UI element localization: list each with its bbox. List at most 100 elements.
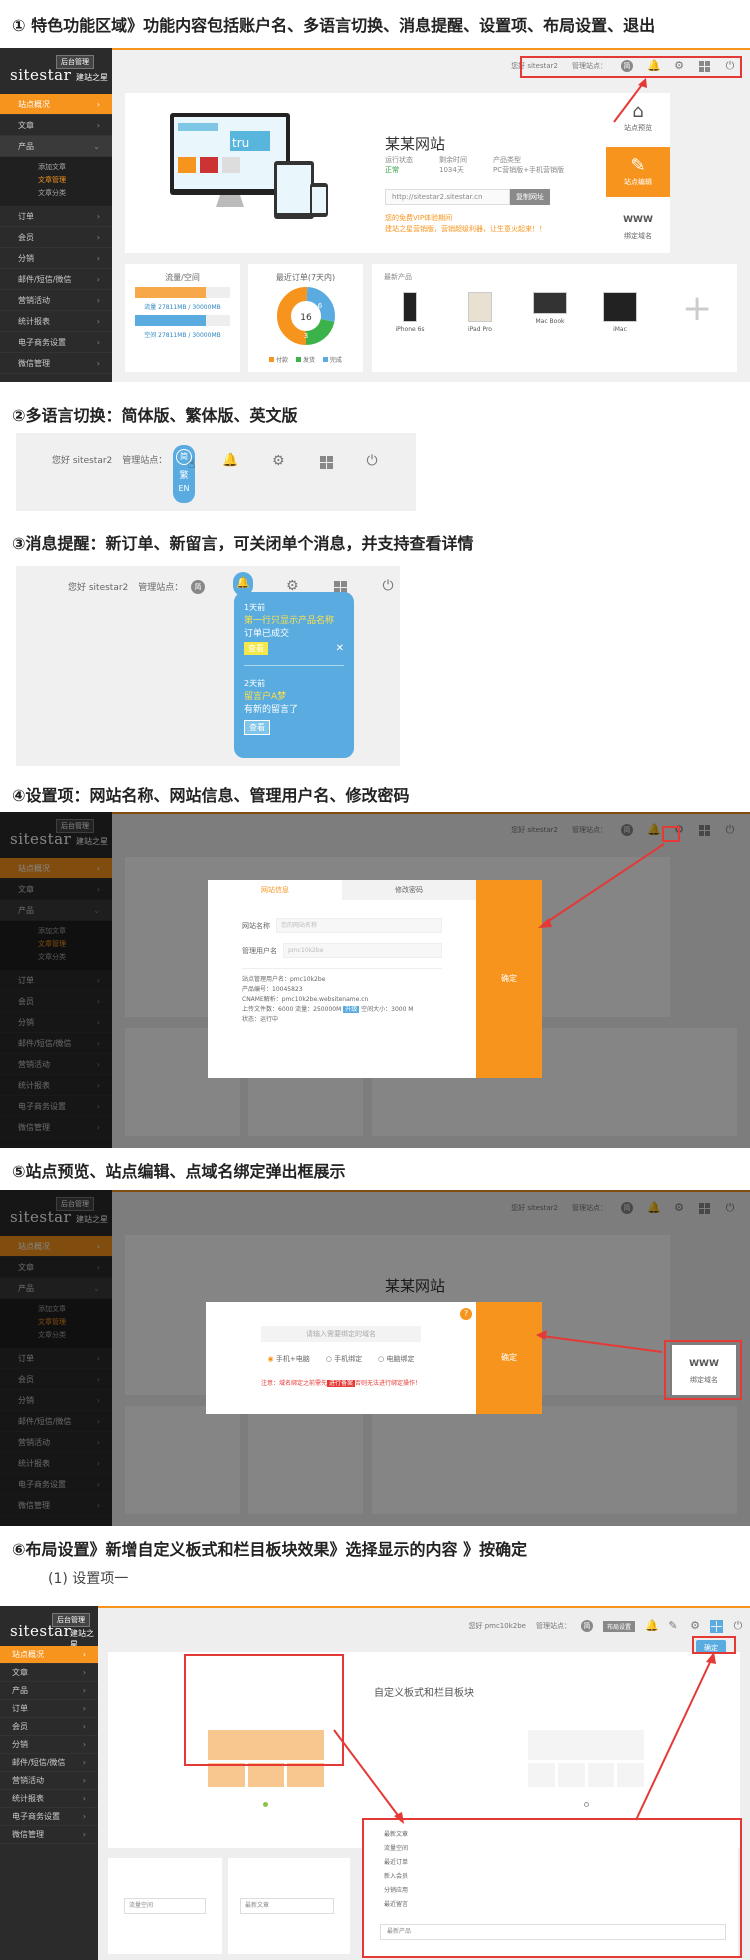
power-icon[interactable]: ⏻	[724, 824, 736, 836]
domain-input[interactable]: 请输入需要绑定的域名	[261, 1326, 421, 1342]
subnav-item[interactable]: 文章管理	[0, 1316, 112, 1329]
content-option[interactable]: 分销应用	[384, 1886, 738, 1900]
option-pc[interactable]: ○ 电脑绑定	[378, 1354, 414, 1364]
sidebar-item-orders[interactable]: 订单	[0, 1348, 112, 1369]
slot-select[interactable]: 流量空间	[124, 1898, 206, 1914]
subnav-item[interactable]: 添加文章	[0, 925, 112, 938]
content-option[interactable]: 最近留言	[384, 1900, 738, 1914]
sidebar-item-messaging[interactable]: 邮件/短信/微信	[0, 1754, 98, 1772]
sidebar-item-ecommerce[interactable]: 电子商务设置	[0, 1096, 112, 1117]
power-icon[interactable]: ⏻	[382, 579, 394, 593]
sidebar-item-reports[interactable]: 统计报表	[0, 1075, 112, 1096]
copy-url-button[interactable]: 复制网址	[510, 189, 550, 205]
sidebar-item-articles[interactable]: 文章	[0, 879, 112, 900]
site-name-input[interactable]: 您的网站名称	[276, 918, 442, 933]
sidebar-item-marketing[interactable]: 营销活动	[0, 290, 112, 311]
sidebar-item-products[interactable]: 产品	[0, 1278, 112, 1299]
bell-icon[interactable]: 🔔	[647, 1202, 661, 1214]
sidebar-item-orders[interactable]: 订单	[0, 970, 112, 991]
subnav-item[interactable]: 文章管理	[0, 938, 112, 951]
sidebar-item-members[interactable]: 会员	[0, 1369, 112, 1390]
sidebar-item-reports[interactable]: 统计报表	[0, 1790, 98, 1808]
product-item[interactable]: Mac Book	[520, 292, 580, 325]
language-switch[interactable]: 简	[621, 824, 633, 836]
sidebar-item-reports[interactable]: 统计报表	[0, 1453, 112, 1474]
tab-change-password[interactable]: 修改密码	[342, 880, 476, 900]
gear-icon[interactable]: ⚙	[673, 1202, 685, 1214]
layout-option-default[interactable]	[528, 1730, 644, 1794]
language-switch[interactable]: 简	[580, 1620, 593, 1632]
sidebar-item-distribution[interactable]: 分销	[0, 1736, 98, 1754]
power-icon[interactable]: ⏻	[724, 60, 736, 72]
message-title[interactable]: 留言户A梦	[244, 689, 344, 702]
promo-tip[interactable]: 建站之星营销版，营销超级利器，让生意火起来！！	[385, 224, 546, 234]
sidebar-item-members[interactable]: 会员	[0, 227, 112, 248]
subnav-item[interactable]: 文章管理	[0, 174, 112, 187]
tab-site-info[interactable]: 网站信息	[208, 880, 342, 900]
layout-grid-icon[interactable]	[699, 824, 710, 836]
sidebar-item-products[interactable]: 产品	[0, 900, 112, 921]
language-switch[interactable]: 简	[621, 60, 633, 72]
bell-icon[interactable]: 🔔	[647, 60, 661, 72]
bell-icon[interactable]: 🔔	[645, 1620, 659, 1632]
product-item[interactable]: iPad Pro	[450, 292, 510, 333]
sidebar-item-distribution[interactable]: 分销	[0, 1390, 112, 1411]
message-title[interactable]: 第一行只显示产品名称	[244, 613, 344, 626]
sidebar-item-marketing[interactable]: 营销活动	[0, 1432, 112, 1453]
option-both[interactable]: ◉ 手机+电脑	[268, 1354, 310, 1364]
sidebar-item-wechat[interactable]: 微信管理	[0, 1495, 112, 1516]
power-icon[interactable]: ⏻	[732, 1620, 744, 1632]
subnav-item[interactable]: 添加文章	[0, 1303, 112, 1316]
content-option[interactable]: 最新文章	[384, 1830, 738, 1844]
add-product-icon[interactable]: +	[682, 288, 712, 329]
sidebar-item-orders[interactable]: 订单	[0, 206, 112, 227]
power-icon[interactable]: ⏻	[724, 1202, 736, 1214]
sidebar-item-articles[interactable]: 文章	[0, 115, 112, 136]
gear-icon[interactable]: ⚙	[673, 824, 685, 836]
username-input[interactable]: pmc10k2be	[283, 943, 442, 958]
sidebar-item-articles[interactable]: 文章	[0, 1257, 112, 1278]
layout-grid-icon[interactable]	[699, 1202, 710, 1214]
sidebar-item-messaging[interactable]: 邮件/短信/微信	[0, 269, 112, 290]
slot-select[interactable]: 最新文章	[240, 1898, 334, 1914]
bell-icon[interactable]: 🔔	[222, 454, 238, 467]
layout-settings-button[interactable]: 布局设置	[602, 1620, 635, 1632]
preview-action[interactable]: ⌂ 站点预览	[606, 93, 670, 143]
content-option[interactable]: 流量空间	[384, 1844, 738, 1858]
sidebar-item-messaging[interactable]: 邮件/短信/微信	[0, 1033, 112, 1054]
product-item[interactable]: iPhone 6s	[380, 292, 440, 333]
bell-icon[interactable]: 🔔	[647, 824, 661, 836]
sidebar-item-articles[interactable]: 文章	[0, 1664, 98, 1682]
sidebar-item-ecommerce[interactable]: 电子商务设置	[0, 332, 112, 353]
sidebar-item-marketing[interactable]: 营销活动	[0, 1054, 112, 1075]
edit-action[interactable]: ✎ 站点编辑	[606, 147, 670, 197]
sidebar-item-distribution[interactable]: 分销	[0, 1012, 112, 1033]
subnav-item[interactable]: 添加文章	[0, 161, 112, 174]
sidebar-item-products[interactable]: 产品	[0, 136, 112, 157]
subnav-item[interactable]: 文章分类	[0, 187, 112, 200]
sidebar-item-overview[interactable]: 站点概况	[0, 94, 112, 115]
sidebar-item-wechat[interactable]: 微信管理	[0, 1826, 98, 1844]
subnav-item[interactable]: 文章分类	[0, 1329, 112, 1342]
layout-grid-icon[interactable]	[320, 456, 333, 469]
sidebar-item-distribution[interactable]: 分销	[0, 248, 112, 269]
site-url[interactable]: http://sitestar2.sitestar.cn	[385, 189, 510, 205]
help-icon[interactable]: ?	[460, 1308, 472, 1320]
layout-option-custom[interactable]	[208, 1730, 325, 1794]
sidebar-item-members[interactable]: 会员	[0, 991, 112, 1012]
layout-grid-icon[interactable]	[699, 60, 710, 72]
option-mobile[interactable]: ○ 手机绑定	[326, 1354, 362, 1364]
layout-grid-icon[interactable]	[710, 1619, 723, 1633]
gear-icon[interactable]: ⚙	[286, 579, 299, 593]
sidebar-item-wechat[interactable]: 微信管理	[0, 1117, 112, 1138]
sidebar-item-orders[interactable]: 订单	[0, 1700, 98, 1718]
sidebar-item-ecommerce[interactable]: 电子商务设置	[0, 1808, 98, 1826]
language-switch[interactable]: 简	[191, 580, 205, 594]
sidebar-item-wechat[interactable]: 微信管理	[0, 353, 112, 374]
content-option[interactable]: 新入会员	[384, 1872, 738, 1886]
filing-link[interactable]: 进行备案	[326, 1380, 355, 1387]
sidebar-item-products[interactable]: 产品	[0, 1682, 98, 1700]
gear-icon[interactable]: ⚙	[272, 454, 285, 468]
product-item[interactable]: iMac	[590, 292, 650, 333]
upgrade-button[interactable]: 升级	[343, 1006, 360, 1013]
